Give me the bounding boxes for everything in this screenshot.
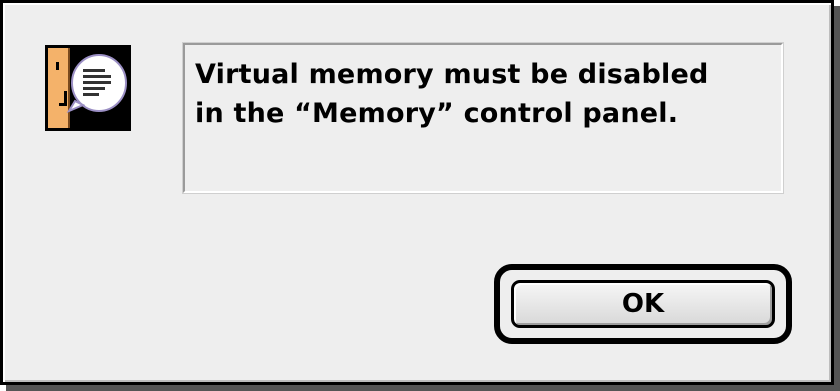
ok-button[interactable]: OK <box>511 280 775 328</box>
dialog-shadow-right <box>834 6 840 391</box>
ok-button-label: OK <box>621 289 665 319</box>
note-alert-icon <box>45 45 131 131</box>
dialog-shadow-bottom <box>6 385 840 391</box>
alert-dialog: Virtual memory must be disabled in the “… <box>0 0 834 385</box>
default-button-ring: OK <box>494 264 792 344</box>
message-panel: Virtual memory must be disabled in the “… <box>182 42 784 194</box>
alert-message: Virtual memory must be disabled in the “… <box>195 59 709 129</box>
